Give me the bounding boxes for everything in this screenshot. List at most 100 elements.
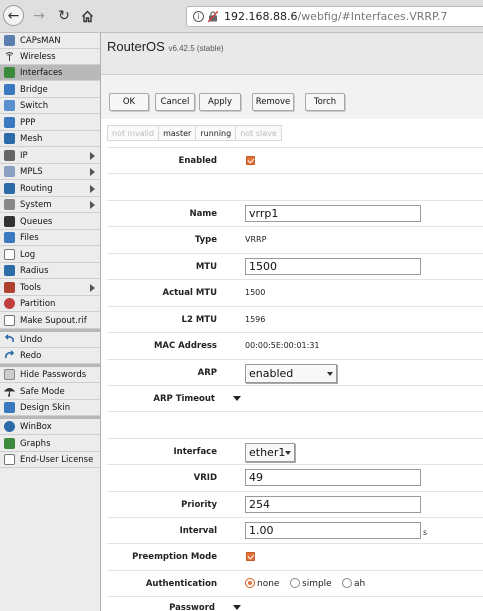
partition-icon — [4, 298, 15, 309]
torch-button[interactable]: Torch — [305, 93, 345, 111]
home-icon[interactable] — [76, 5, 98, 27]
expand-triangle-icon[interactable] — [233, 396, 241, 401]
sidebar-item-undo[interactable]: Undo — [0, 332, 100, 348]
sidebar-item-ip[interactable]: IP — [0, 148, 100, 164]
auth-none-label: none — [257, 579, 280, 589]
type-value: VRRP — [245, 235, 267, 244]
field-label: Interval — [179, 526, 217, 536]
apply-button[interactable]: Apply — [199, 93, 241, 111]
sidebar-item-partition[interactable]: Partition — [0, 296, 100, 312]
interface-select[interactable]: ether1 — [245, 443, 295, 462]
sidebar-item-interfaces[interactable]: Interfaces — [0, 65, 100, 81]
auth-simple-label: simple — [302, 579, 332, 589]
ok-button[interactable]: OK — [109, 93, 149, 111]
dropdown-arrow-icon — [285, 451, 291, 455]
remove-button[interactable]: Remove — [252, 93, 294, 111]
mpls-icon — [4, 166, 15, 177]
l2mtu-value: 1596 — [245, 315, 266, 324]
priority-input[interactable]: 254 — [245, 496, 421, 513]
name-input[interactable]: vrrp1 — [245, 205, 421, 222]
sidebar-item-design-skin[interactable]: Design Skin — [0, 400, 100, 416]
form-row-name: Name vrrp1 — [107, 200, 483, 226]
field-label: L2 MTU — [181, 315, 217, 325]
sidebar-item-system[interactable]: System — [0, 197, 100, 213]
field-label: VRID — [193, 473, 217, 483]
insecure-lock-icon[interactable] — [207, 10, 219, 23]
auth-ah-radio[interactable] — [342, 578, 352, 588]
status-flags: not invalid master running not slave — [107, 125, 282, 141]
sidebar-item-ppp[interactable]: PPP — [0, 115, 100, 131]
ip-icon — [4, 150, 15, 161]
mtu-input[interactable]: 1500 — [245, 258, 421, 275]
sidebar-item-mesh[interactable]: Mesh — [0, 131, 100, 147]
auth-none-radio[interactable] — [245, 578, 255, 588]
bridge-icon — [4, 84, 15, 95]
vrid-input[interactable]: 49 — [245, 469, 421, 486]
arp-select[interactable]: enabled — [245, 364, 337, 383]
sidebar-item-capsman[interactable]: CAPsMAN — [0, 33, 100, 49]
sidebar-item-routing[interactable]: Routing — [0, 181, 100, 197]
safe-mode-icon — [3, 386, 16, 397]
sidebar-item-tools[interactable]: Tools — [0, 280, 100, 296]
sidebar-item-bridge[interactable]: Bridge — [0, 82, 100, 98]
address-bar[interactable]: i 192.168.88.6/webfig/#Interfaces.VRRP.7 — [186, 6, 483, 27]
sidebar-item-switch[interactable]: Switch — [0, 98, 100, 114]
wireless-icon — [4, 51, 15, 62]
preemption-checkbox[interactable] — [246, 552, 255, 561]
sidebar-item-redo[interactable]: Redo — [0, 348, 100, 364]
sidebar-item-wireless[interactable]: Wireless — [0, 49, 100, 65]
form-row-actual-mtu: Actual MTU 1500 — [107, 279, 483, 305]
supout-icon — [4, 315, 15, 326]
sidebar-item-safe-mode[interactable]: Safe Mode — [0, 384, 100, 400]
info-icon[interactable]: i — [193, 11, 204, 22]
undo-icon — [4, 334, 15, 345]
field-label: Enabled — [178, 156, 217, 166]
expand-triangle-icon[interactable] — [233, 605, 241, 610]
interval-unit: s — [423, 528, 428, 537]
sidebar-item-radius[interactable]: Radius — [0, 263, 100, 279]
capsman-icon — [4, 35, 15, 46]
field-label: MTU — [195, 262, 217, 272]
switch-icon — [4, 100, 15, 111]
sidebar-item-make-supout[interactable]: Make Supout.rif — [0, 313, 100, 329]
system-icon — [4, 199, 15, 210]
reload-icon[interactable]: ↻ — [53, 5, 75, 27]
sidebar-item-files[interactable]: Files — [0, 230, 100, 246]
url-host: 192.168.88.6 — [224, 10, 298, 23]
field-label: ARP — [197, 368, 217, 378]
browser-toolbar: ← → ↻ i 192.168.88.6/webfig/#Interfaces.… — [0, 0, 483, 33]
cancel-button[interactable]: Cancel — [155, 93, 195, 111]
ppp-icon — [4, 117, 15, 128]
form-row-mac: MAC Address 00:00:5E:00:01:31 — [107, 332, 483, 358]
sidebar-item-winbox[interactable]: WinBox — [0, 419, 100, 435]
mac-address-value: 00:00:5E:00:01:31 — [245, 341, 320, 350]
routing-icon — [4, 183, 15, 194]
main-panel: RouterOS v6.42.5 (stable) OK Cancel Appl… — [101, 33, 483, 611]
form-spacer — [107, 411, 483, 438]
field-label: Authentication — [145, 579, 217, 589]
field-label: Interface — [173, 447, 217, 457]
form-row-arp: ARP enabled — [107, 359, 483, 385]
auth-simple-radio[interactable] — [290, 578, 300, 588]
sidebar-item-log[interactable]: Log — [0, 247, 100, 263]
expand-arrow-icon — [90, 152, 95, 160]
form-spacer — [107, 173, 483, 200]
enabled-checkbox[interactable] — [246, 156, 255, 165]
mesh-icon — [4, 133, 15, 144]
sidebar-item-license[interactable]: End-User License — [0, 452, 100, 468]
graphs-icon — [4, 438, 15, 449]
sidebar-item-mpls[interactable]: MPLS — [0, 164, 100, 180]
interval-input[interactable]: 1.00 — [245, 522, 421, 539]
flag-master: master — [158, 125, 196, 141]
expand-arrow-icon — [90, 185, 95, 193]
page-header: RouterOS v6.42.5 (stable) — [101, 33, 483, 75]
sidebar-item-hide-passwords[interactable]: Hide Passwords — [0, 367, 100, 383]
sidebar-item-queues[interactable]: Queues — [0, 214, 100, 230]
flag-not-invalid: not invalid — [107, 125, 159, 141]
forward-arrow-icon[interactable]: → — [28, 5, 50, 27]
expand-arrow-icon — [90, 201, 95, 209]
form-row-password: Password — [107, 596, 483, 611]
sidebar-item-graphs[interactable]: Graphs — [0, 436, 100, 452]
back-arrow-icon[interactable]: ← — [3, 5, 24, 26]
field-label: Password — [169, 603, 215, 611]
